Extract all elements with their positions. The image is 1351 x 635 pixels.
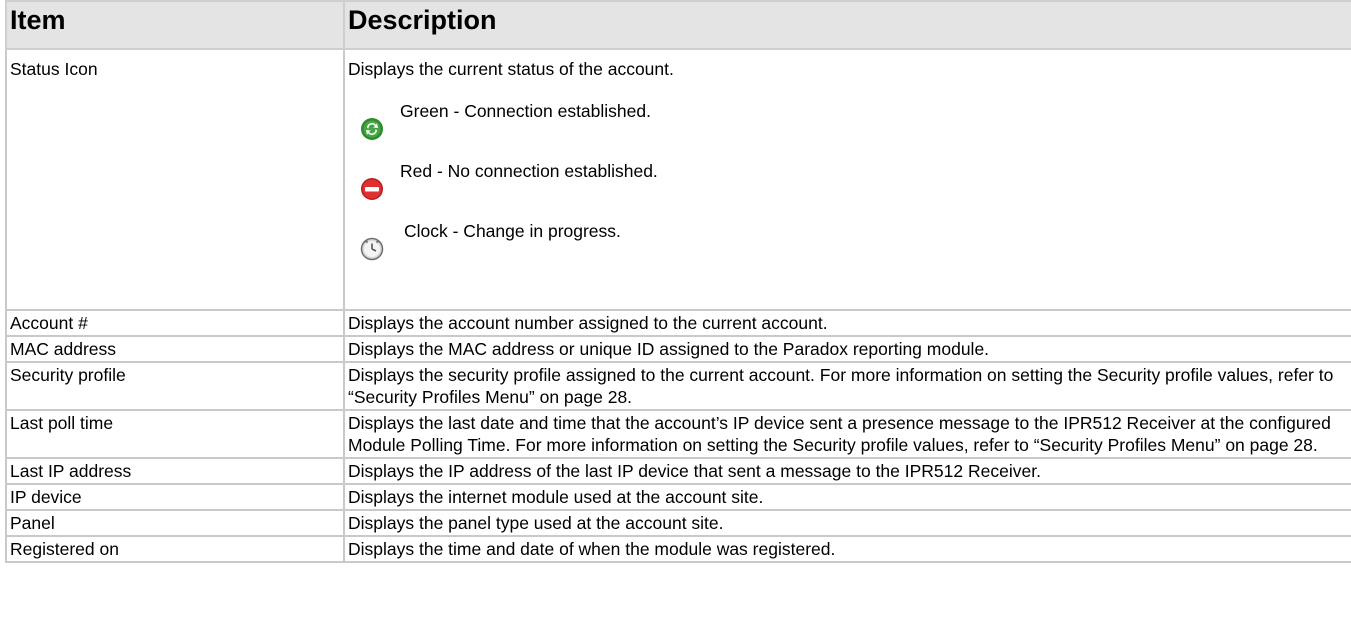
table-row-account: Account # Displays the account number as… <box>5 309 1351 337</box>
item-description-table: Item Description Status Icon Displays th… <box>5 0 1351 563</box>
description-cell: Displays the IP address of the last IP d… <box>343 457 1351 485</box>
status-item-label: Red - No connection established. <box>400 161 658 181</box>
description-cell: Displays the MAC address or unique ID as… <box>343 335 1351 363</box>
description-cell: Displays the internet module used at the… <box>343 483 1351 511</box>
description-cell: Displays the current status of the accou… <box>343 48 1351 311</box>
header-item: Item <box>5 0 345 50</box>
table-row-status-icon: Status Icon Displays the current status … <box>5 48 1351 311</box>
item-cell: Last poll time <box>5 409 345 459</box>
description-cell: Displays the panel type used at the acco… <box>343 509 1351 537</box>
item-cell: Account # <box>5 309 345 337</box>
item-cell: Last IP address <box>5 457 345 485</box>
status-item-green: Green - Connection established. <box>360 100 1348 141</box>
item-cell: Panel <box>5 509 345 537</box>
red-no-entry-icon <box>361 178 383 200</box>
table-row-last-ip-address: Last IP address Displays the IP address … <box>5 457 1351 485</box>
description-cell: Displays the last date and time that the… <box>343 409 1351 459</box>
clock-icon <box>360 237 384 261</box>
table-row-mac-address: MAC address Displays the MAC address or … <box>5 335 1351 363</box>
item-cell: Security profile <box>5 361 345 411</box>
status-item-clock: Clock - Change in progress. <box>360 220 1348 261</box>
status-item-label: Clock - Change in progress. <box>404 221 621 241</box>
table-header-row: Item Description <box>5 0 1351 50</box>
description-cell: Displays the security profile assigned t… <box>343 361 1351 411</box>
green-connection-icon <box>361 118 383 140</box>
description-cell: Displays the time and date of when the m… <box>343 535 1351 563</box>
document-page: g Item Description Status Icon Displays … <box>0 0 1351 635</box>
table-row-panel: Panel Displays the panel type used at th… <box>5 509 1351 537</box>
status-item-label: Green - Connection established. <box>400 101 651 121</box>
item-cell: Status Icon <box>5 48 345 311</box>
status-description: Displays the current status of the accou… <box>348 59 674 79</box>
table-row-registered-on: Registered on Displays the time and date… <box>5 535 1351 563</box>
item-cell: Registered on <box>5 535 345 563</box>
description-cell: Displays the account number assigned to … <box>343 309 1351 337</box>
table-row-ip-device: IP device Displays the internet module u… <box>5 483 1351 511</box>
status-item-red: Red - No connection established. <box>360 160 1348 201</box>
table-row-security-profile: Security profile Displays the security p… <box>5 361 1351 411</box>
item-cell: MAC address <box>5 335 345 363</box>
header-description: Description <box>343 0 1351 50</box>
item-cell: IP device <box>5 483 345 511</box>
table-row-last-poll-time: Last poll time Displays the last date an… <box>5 409 1351 459</box>
